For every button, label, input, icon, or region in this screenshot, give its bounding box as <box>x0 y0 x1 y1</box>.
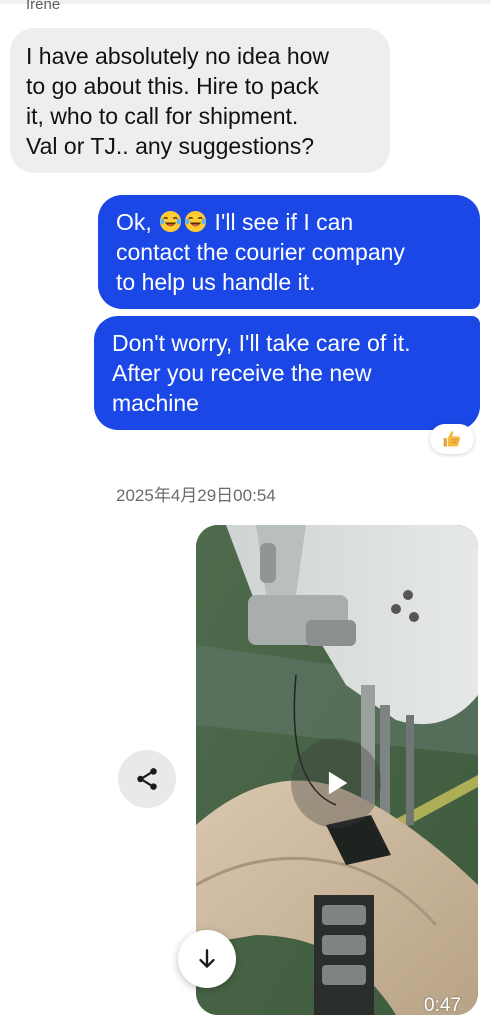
message-timestamp: 2025年4月29日00:54 <box>116 486 276 505</box>
play-icon <box>328 771 348 795</box>
share-button[interactable] <box>118 750 176 808</box>
laughing-tears-emoji-icon <box>160 210 182 233</box>
video-duration: 0:47 <box>424 995 461 1016</box>
chat-screen: Irene I have absolutely no idea how to g… <box>0 0 491 1024</box>
share-icon <box>137 768 157 790</box>
outgoing-message-bubble-1[interactable]: Ok, I'll see if I can contact the courie… <box>98 195 480 309</box>
thumbs-up-reaction[interactable] <box>430 424 474 454</box>
play-video-button[interactable] <box>291 738 381 828</box>
scroll-to-bottom-button[interactable] <box>178 930 236 988</box>
laughing-tears-emoji-icon <box>185 210 207 233</box>
header-divider <box>0 0 491 4</box>
message-text-prefix: Ok, <box>116 209 159 235</box>
outgoing-message-bubble-2[interactable]: Don't worry, I'll take care of it. After… <box>94 316 480 430</box>
sender-name: Irene <box>26 0 61 13</box>
incoming-message-bubble[interactable]: I have absolutely no idea how to go abou… <box>10 28 390 173</box>
thumbs-up-icon <box>443 431 460 447</box>
arrow-down-icon <box>199 949 215 968</box>
